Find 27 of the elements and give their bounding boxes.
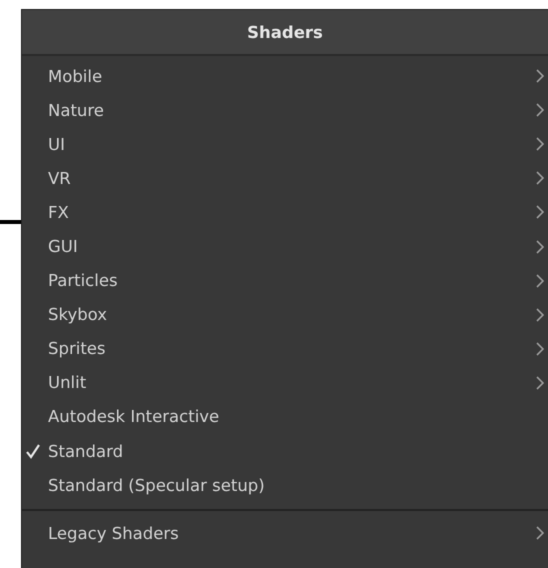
- chevron-right-icon: [536, 137, 544, 152]
- chevron-right-icon: [536, 205, 544, 220]
- menu-item[interactable]: Legacy Shaders: [22, 516, 548, 550]
- chevron-right-icon: [536, 69, 544, 84]
- menu-item[interactable]: Unlit: [22, 366, 548, 400]
- menu-title: Shaders: [247, 22, 323, 42]
- menu-item[interactable]: Mobile: [22, 59, 548, 94]
- chevron-right-icon: [536, 274, 544, 288]
- menu-item[interactable]: Nature: [22, 93, 548, 128]
- menu-item[interactable]: VR: [22, 161, 548, 196]
- chevron-right-icon: [536, 376, 544, 390]
- menu-item[interactable]: Standard (Specular setup): [22, 468, 548, 502]
- chevron-right-icon: [536, 171, 544, 186]
- chevron-right-icon: [536, 526, 544, 540]
- menu-item[interactable]: FX: [22, 195, 548, 230]
- chevron-right-icon: [536, 308, 544, 322]
- chevron-right-icon: [536, 103, 544, 118]
- menu-item[interactable]: Autodesk Interactive: [22, 400, 548, 434]
- menu-item[interactable]: Skybox: [22, 298, 548, 332]
- menu-item[interactable]: UI: [22, 127, 548, 162]
- chevron-right-icon: [536, 342, 544, 356]
- menu-item[interactable]: Standard: [22, 434, 548, 468]
- menu-item[interactable]: Sprites: [22, 332, 548, 366]
- menu-item[interactable]: Particles: [22, 264, 548, 298]
- chevron-right-icon: [536, 240, 544, 254]
- menu-item[interactable]: GUI: [22, 229, 548, 264]
- check-icon: [25, 443, 41, 460]
